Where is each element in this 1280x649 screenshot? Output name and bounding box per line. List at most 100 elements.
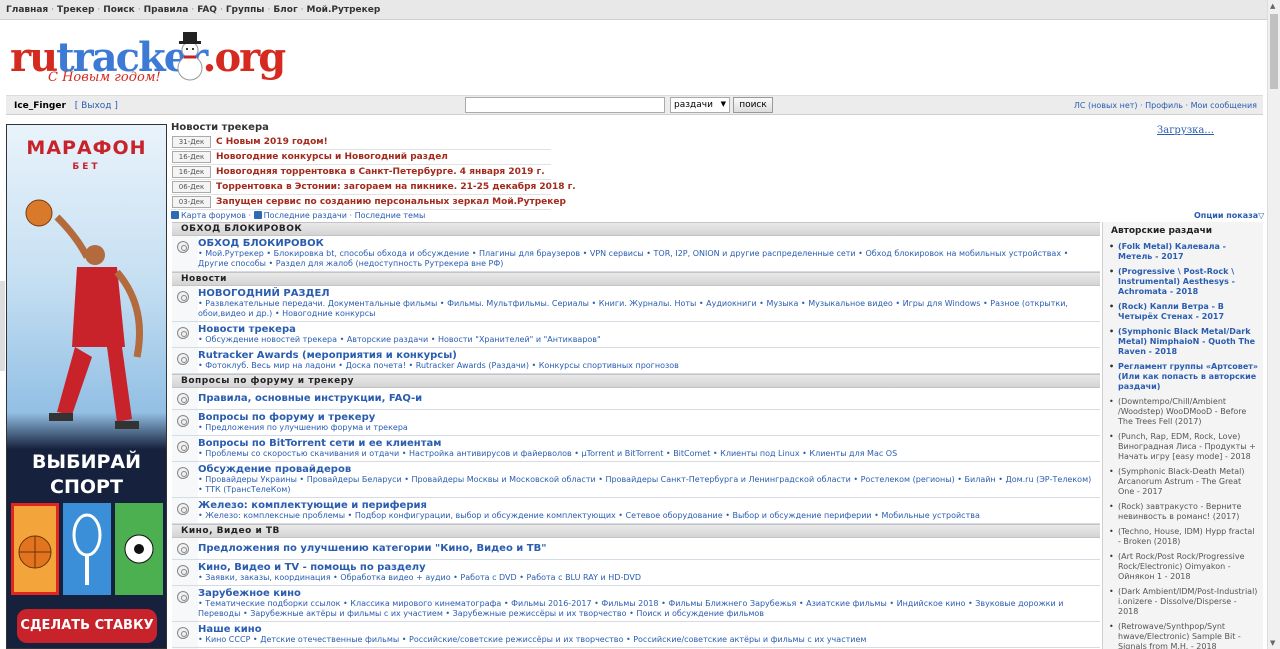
forum-body: Предложения по улучшению категории "Кино… <box>198 538 1100 559</box>
forum-title-link[interactable]: Новости трекера <box>198 324 1096 335</box>
ad-banner[interactable]: МАРАФОН БЕТ ВЫБИРАЙ СПОРТ СДЕЛАТЬ СТАВКУ <box>6 124 167 649</box>
news-item: 31-Дек С Новым 2019 годом! <box>171 135 551 150</box>
display-options-label[interactable]: Опции показа <box>1194 211 1258 220</box>
subforum-links[interactable]: • Заявки, заказы, координация • Обработк… <box>198 573 1096 583</box>
search-scope-value: раздачи <box>674 100 713 110</box>
side-panel-handle[interactable] <box>0 281 5 371</box>
nav-link[interactable]: Главная <box>6 5 48 15</box>
category-header[interactable]: Новости <box>172 272 1100 286</box>
forum-title-link[interactable]: Железо: комплектующие и периферия <box>198 500 1096 511</box>
search-input[interactable] <box>465 97 665 113</box>
search-button[interactable]: поиск <box>733 97 773 113</box>
author-release-link[interactable]: (Rock) завтракусто - Верните невинвость … <box>1109 502 1259 522</box>
nav-link[interactable]: Блог <box>273 5 297 15</box>
subforum-links[interactable]: • Провайдеры Украины • Провайдеры Белару… <box>198 475 1096 495</box>
nav-link[interactable]: Мой.Рутрекер <box>307 5 381 15</box>
author-release-link[interactable]: (Retrowave/Synthpop/Synt hwave/Electroni… <box>1109 622 1259 649</box>
loading-link[interactable]: Загрузка... <box>1157 125 1214 136</box>
subforum-links[interactable]: • Кино СССР • Детские отечественные филь… <box>198 635 1096 645</box>
scroll-up-icon[interactable]: ▲ <box>1270 2 1275 10</box>
category-header[interactable]: Вопросы по форуму и трекеру <box>172 374 1100 388</box>
page-scrollbar[interactable]: ▲ ▼ <box>1267 0 1280 649</box>
nav-separator: · <box>191 5 195 15</box>
forum-row: Наше кино • Кино СССР • Детские отечестве… <box>172 622 1100 648</box>
subforum-links[interactable]: • Предложения по улучшению форума и трек… <box>198 423 1096 433</box>
news-title-link[interactable]: Запущен сервис по созданию персональных … <box>216 197 566 207</box>
subforum-links[interactable]: • Тематические подборки ссылок • Классик… <box>198 599 1096 619</box>
category-header[interactable]: Кино, Видео и ТВ <box>172 524 1100 538</box>
forum-title-link[interactable]: Вопросы по форуму и трекеру <box>198 412 1096 423</box>
news-item: 16-Дек Новогодние конкурсы и Новогодний р… <box>171 150 551 165</box>
author-release-link[interactable]: (Symphonic Black Metal/Dark Metal) Nimph… <box>1109 327 1259 357</box>
forum-title-link[interactable]: Вопросы по BitTorrent сети и ее клиентам <box>198 438 1096 449</box>
author-release-link[interactable]: (Punch, Rap, EDM, Rock, Love) Виноградна… <box>1109 432 1259 462</box>
forum-title-link[interactable]: ОБХОД БЛОКИРОВОК <box>198 238 1096 249</box>
forum-title-link[interactable]: НОВОГОДНИЙ РАЗДЕЛ <box>198 288 1096 299</box>
chevron-down-icon: ▼ <box>720 100 726 108</box>
snowman-icon <box>177 32 203 81</box>
forum-title-link[interactable]: Правила, основные инструкции, FAQ-и <box>198 393 1096 404</box>
author-release-link[interactable]: (Symphonic Black-Death Metal) Arcanorum … <box>1109 467 1259 497</box>
subforum-links[interactable]: • Мой.Рутрекер • Блокировка bt, способы … <box>198 249 1096 269</box>
forum-title-link[interactable]: Rutracker Awards (мероприятия и конкурсы… <box>198 350 1096 361</box>
forum-title-link[interactable]: Обсуждение провайдеров <box>198 464 1096 475</box>
nav-link[interactable]: FAQ <box>197 5 217 15</box>
nav-link[interactable]: Трекер <box>57 5 94 15</box>
scroll-down-icon[interactable]: ▼ <box>1270 639 1275 647</box>
forum-row: Предложения по улучшению категории "Кино… <box>172 538 1100 560</box>
subforum-links[interactable]: • Железо: комплексные проблемы • Подбор … <box>198 511 1096 521</box>
search-scope-select[interactable]: раздачи ▼ <box>670 97 730 113</box>
sport-tiles <box>11 503 163 595</box>
author-release-link[interactable]: (Folk Metal) Калевала - Метель - 2017 <box>1109 242 1259 262</box>
category-header[interactable]: ОБХОД БЛОКИРОВОК <box>172 222 1100 236</box>
subforum-links[interactable]: • Проблемы со скоростью скачивания и отд… <box>198 449 1096 459</box>
banner-slogan-line1: ВЫБИРАЙ <box>31 451 142 473</box>
news-title-link[interactable]: Новогодняя торрентовка в Санкт-Петербург… <box>216 167 545 177</box>
forum-status-icon <box>177 543 189 555</box>
user-links[interactable]: ЛС (новых нет) · Профиль · Мои сообщения <box>1074 101 1257 110</box>
latest-releases-link[interactable]: Последние раздачи <box>264 211 347 220</box>
nav-link[interactable]: Правила <box>144 5 189 15</box>
banner-brand-sub: БЕТ <box>72 162 101 172</box>
news-title-link[interactable]: Торрентовка в Эстонии: загораем на пикни… <box>216 182 576 192</box>
username[interactable]: Ice_Finger <box>14 101 66 111</box>
nav-link[interactable]: Поиск <box>103 5 134 15</box>
subforum-links[interactable]: • Развлекательные передачи. Документальн… <box>198 299 1096 319</box>
forum-title-link[interactable]: Зарубежное кино <box>198 588 1096 599</box>
news-title-link[interactable]: Новогодние конкурсы и Новогодний раздел <box>216 152 448 162</box>
author-release-link[interactable]: (Rock) Капли Ветра - В Четырёх Стенах - … <box>1109 302 1259 322</box>
nav-separator: · <box>97 5 101 15</box>
news-title-link[interactable]: С Новым 2019 годом! <box>216 137 328 147</box>
forum-row: ОБХОД БЛОКИРОВОК • Мой.Рутрекер • Блокиро… <box>172 236 1100 272</box>
user-info: Ice_Finger [ Выход ] <box>14 101 118 111</box>
basketball-tile[interactable] <box>11 503 59 595</box>
author-release-link[interactable]: (Techno, House, IDM) Hypp fractal - Brok… <box>1109 527 1259 547</box>
news-heading: Новости трекера <box>171 122 269 133</box>
tracker-news: Новости трекера 31-Дек С Новым 2019 годом… <box>171 122 576 210</box>
forum-title-link[interactable]: Наше кино <box>198 624 1096 635</box>
nav-separator: · <box>219 5 223 15</box>
forum-map-link[interactable]: Карта форумов <box>181 211 246 220</box>
logout-link[interactable]: [ Выход ] <box>75 101 118 111</box>
subforum-links[interactable]: • Обсуждение новостей трекера • Авторски… <box>198 335 1096 345</box>
forum-title-link[interactable]: Кино, Видео и TV - помощь по разделу <box>198 562 1096 573</box>
tennis-tile[interactable] <box>63 503 111 595</box>
nav-link[interactable]: Группы <box>226 5 265 15</box>
forum-status-icon <box>177 591 189 603</box>
football-tile[interactable] <box>115 503 163 595</box>
logout-label[interactable]: Выход <box>81 101 111 111</box>
forum-title-link[interactable]: Предложения по улучшению категории "Кино… <box>198 543 1096 554</box>
display-options-link[interactable]: Опции показа▽ <box>1194 211 1264 220</box>
author-release-link[interactable]: (Progressive \ Post-Rock \ Instrumental)… <box>1109 267 1259 297</box>
author-release-link[interactable]: (Dark Ambient/IDM/Post-Industrial) i.oni… <box>1109 587 1259 617</box>
subforum-links[interactable]: • Фотоклуб. Весь мир на ладони • Доска п… <box>198 361 1096 371</box>
scrollbar-thumb[interactable] <box>1270 14 1278 89</box>
author-release-link[interactable]: (Art Rock/Post Rock/Progressive Rock/Ele… <box>1109 552 1259 582</box>
latest-topics-link[interactable]: Последние темы <box>355 211 426 220</box>
place-bet-button[interactable]: СДЕЛАТЬ СТАВКУ <box>17 609 157 643</box>
author-release-link[interactable]: (Downtempo/Chill/Ambient /Woodstep) WooD… <box>1109 397 1259 427</box>
site-logo[interactable]: rutracker.org С Новым годом! <box>10 26 286 88</box>
board-links: Карта форумов · Последние раздачи · Посл… <box>171 211 425 220</box>
forum-row: Обсуждение провайдеров • Провайдеры Украи… <box>172 462 1100 498</box>
author-release-link[interactable]: Регламент группы «Артсовет» (Или как поп… <box>1109 362 1259 392</box>
